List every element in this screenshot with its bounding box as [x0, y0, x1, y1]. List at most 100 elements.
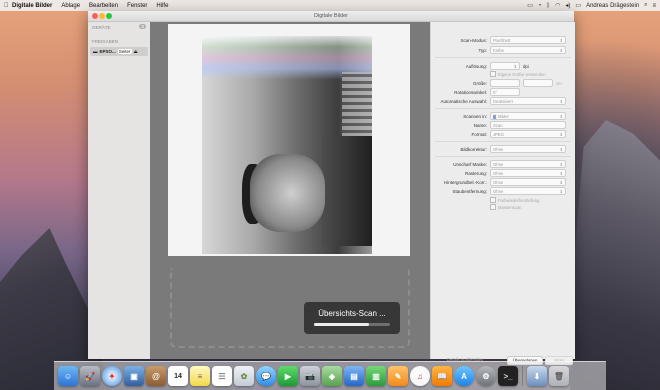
divider: [435, 156, 571, 157]
descreen-select[interactable]: Ohne ⇕: [490, 169, 566, 177]
finder-icon[interactable]: ☺: [58, 366, 78, 386]
chevron-updown-icon: ⇕: [559, 131, 563, 137]
batch-scan-label: Massenscan: [498, 204, 522, 210]
dust-label: Staubentfernung:: [452, 188, 487, 194]
backlight-label: Hintergrundbel.-Korr.:: [443, 179, 487, 185]
zoom-button[interactable]: [106, 13, 112, 19]
notification-center-icon[interactable]: ≡: [652, 3, 656, 9]
unsharp-mask-value: Ohne: [493, 161, 504, 167]
ibooks-icon[interactable]: 📖: [432, 366, 452, 386]
row-auto-select: Automatische Auswahl: Deaktiviert ⇕: [431, 97, 575, 105]
minimize-button[interactable]: [99, 13, 105, 19]
auto-select-select[interactable]: Deaktiviert ⇕: [490, 97, 566, 105]
menu-hilfe[interactable]: Hilfe: [156, 3, 168, 9]
chevron-updown-icon: ⇕: [559, 161, 563, 167]
maps-icon[interactable]: ◈: [322, 366, 342, 386]
safari-icon[interactable]: ✦: [102, 366, 122, 386]
menu-bearbeiten[interactable]: Bearbeiten: [89, 3, 118, 9]
messages-icon[interactable]: 💬: [256, 366, 276, 386]
row-descreen: Rasterung: Ohne ⇕: [431, 169, 575, 177]
volume-icon[interactable]: ◂): [565, 2, 570, 9]
wifi-icon[interactable]: ◠: [555, 2, 560, 9]
size-height-field[interactable]: [523, 79, 553, 87]
reminders-icon[interactable]: ☰: [212, 366, 232, 386]
facetime-icon[interactable]: ▶: [278, 366, 298, 386]
image-correction-select[interactable]: Ohne ⇕: [490, 145, 566, 153]
row-custom-size: Eigene Größe verwenden: [431, 70, 575, 78]
scan-mode-value: Flachbett: [493, 37, 511, 43]
size-unit: cm: [556, 80, 562, 86]
scan-preview-page: [168, 24, 410, 256]
contacts-icon[interactable]: @: [146, 366, 166, 386]
system-preferences-icon[interactable]: ⚙: [476, 366, 496, 386]
time-machine-icon[interactable]: ◔: [538, 3, 542, 9]
backlight-select[interactable]: Ohne ⇕: [490, 178, 566, 186]
notes-icon[interactable]: ≡: [190, 366, 210, 386]
format-label: Format:: [471, 131, 487, 137]
scan-mode-label: Scan-Modus:: [460, 37, 487, 43]
scan-to-select[interactable]: ▇ Bilder ⇕: [490, 112, 566, 120]
custom-size-checkbox[interactable]: Eigene Größe verwenden: [490, 71, 546, 77]
terminal-icon[interactable]: >_: [498, 366, 518, 386]
itunes-icon[interactable]: ♫: [410, 366, 430, 386]
row-image-correction: Bildkorrektur: Ohne ⇕: [431, 145, 575, 153]
row-scan-mode: Scan-Modus: Flachbett ⇕: [431, 36, 575, 44]
size-width-field[interactable]: [490, 79, 520, 87]
descreen-value: Ohne: [493, 170, 504, 176]
name-label: Name:: [473, 122, 487, 128]
photo-person-head: [250, 154, 325, 232]
app-store-icon[interactable]: A: [454, 366, 474, 386]
downloads-icon[interactable]: ⬇: [527, 366, 547, 386]
sidebar-item-scanner[interactable]: ▬ EPSO... Seiter ⏏: [90, 47, 148, 56]
scan-mode-select[interactable]: Flachbett ⇕: [490, 36, 566, 44]
menu-app-name[interactable]: Digitale Bilder: [12, 3, 52, 9]
dust-select[interactable]: Ohne ⇕: [490, 187, 566, 195]
chevron-updown-icon: ⇕: [559, 146, 563, 152]
row-rotation: Rotationswinkel: 0°: [431, 88, 575, 96]
numbers-icon[interactable]: ▥: [366, 366, 386, 386]
type-label: Typ:: [478, 47, 487, 53]
checkbox-box: [490, 71, 496, 77]
name-field[interactable]: Scan: [490, 121, 566, 129]
scan-to-value: Bilder: [498, 113, 509, 119]
trash-icon[interactable]: 🗑: [549, 366, 569, 386]
format-select[interactable]: JPEG ⇕: [490, 130, 566, 138]
spotlight-icon[interactable]: ⌕: [644, 2, 647, 9]
wallpaper-mountain-right: [570, 120, 660, 390]
window-titlebar[interactable]: Digitale Bilder: [88, 11, 574, 22]
preview-icon[interactable]: ▣: [124, 366, 144, 386]
user-menu[interactable]: Andreas Drägestein: [586, 3, 639, 9]
scanner-status: Seiter: [117, 49, 132, 54]
pages-icon[interactable]: ✎: [388, 366, 408, 386]
menu-fenster[interactable]: Fenster: [127, 3, 147, 9]
dock-separator: [522, 366, 523, 386]
rotation-field[interactable]: 0°: [490, 88, 520, 96]
batch-scan-checkbox[interactable]: Massenscan: [490, 204, 522, 210]
custom-size-label: Eigene Größe verwenden: [498, 71, 546, 77]
bluetooth-icon[interactable]: ᛒ: [547, 3, 551, 9]
resolution-select[interactable]: ⇕: [490, 62, 520, 70]
unsharp-mask-select[interactable]: Ohne ⇕: [490, 160, 566, 168]
type-select[interactable]: Farbe ⇕: [490, 46, 566, 54]
eject-icon[interactable]: ⏏: [134, 49, 138, 55]
launchpad-icon[interactable]: 🚀: [80, 366, 100, 386]
descreen-label: Rasterung:: [464, 170, 487, 176]
sidebar-section-devices: GERÄTE 0: [88, 22, 150, 32]
auto-select-value: Deaktiviert: [493, 98, 513, 104]
battery-icon[interactable]: ▭: [575, 2, 581, 9]
overview-scan-label: Übersichts-Scan ...: [318, 309, 386, 318]
dust-value: Ohne: [493, 188, 504, 194]
keynote-icon[interactable]: ▤: [344, 366, 364, 386]
photos-icon[interactable]: ✿: [234, 366, 254, 386]
menubar-status-area: ▭ ◔ ᛒ ◠ ◂) ▭ Andreas Drägestein ⌕ ≡: [527, 0, 656, 11]
scan-preview-area[interactable]: Übersichts-Scan ...: [150, 22, 430, 359]
close-button[interactable]: [92, 13, 98, 19]
calendar-day: 14: [174, 372, 182, 380]
row-backlight: Hintergrundbel.-Korr.: Ohne ⇕: [431, 178, 575, 186]
apple-menu-icon[interactable]: : [4, 3, 9, 9]
airplay-icon[interactable]: ▭: [527, 2, 533, 9]
menu-ablage[interactable]: Ablage: [61, 3, 80, 9]
calendar-icon[interactable]: 14: [168, 366, 188, 386]
overview-scan-progress: [314, 323, 390, 326]
image-capture-icon[interactable]: 📷: [300, 366, 320, 386]
